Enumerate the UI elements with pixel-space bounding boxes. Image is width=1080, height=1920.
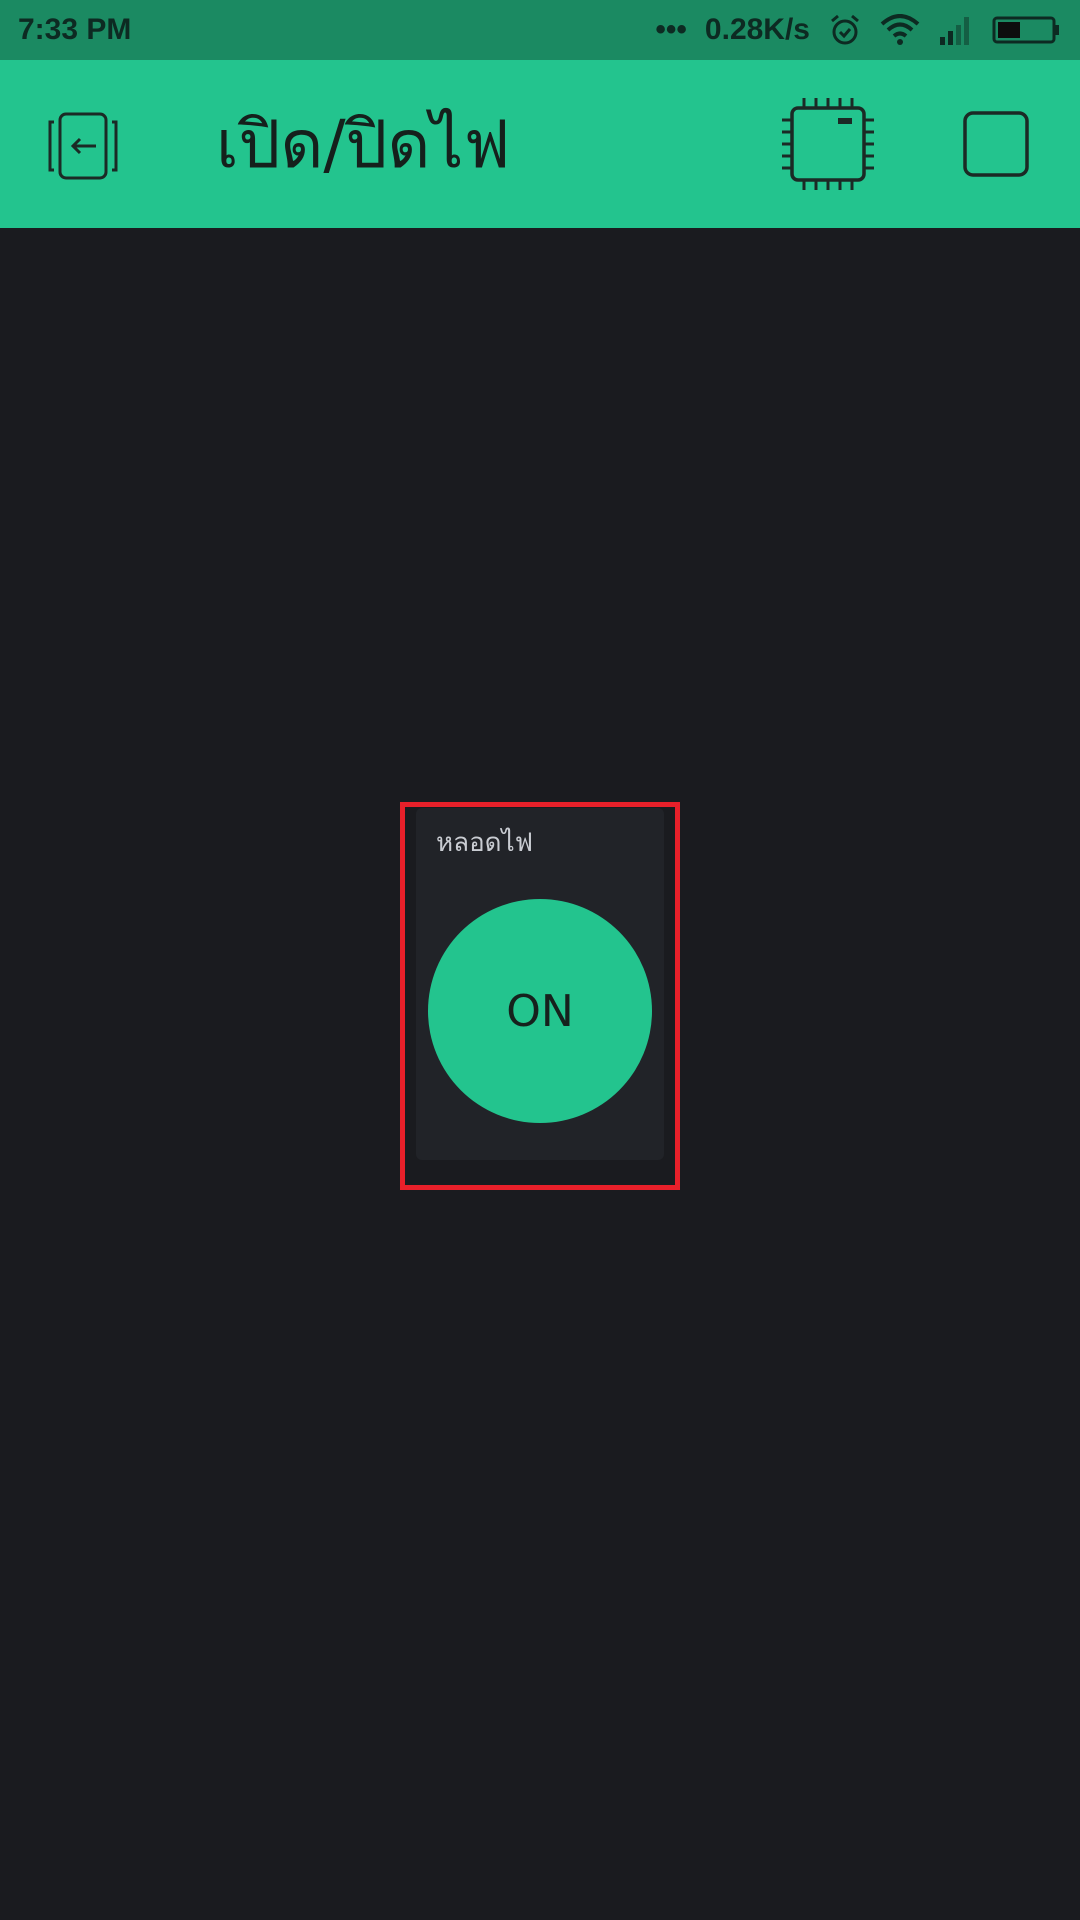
- power-toggle-button[interactable]: ON: [428, 899, 652, 1123]
- button-widget: หลอดไฟ ON: [416, 808, 664, 1160]
- status-dots: •••: [655, 13, 687, 46]
- widget-label: หลอดไฟ: [436, 828, 534, 858]
- status-right: ••• 0.28K/s: [655, 13, 1062, 47]
- net-speed: 0.28K/s: [704, 13, 810, 46]
- signal-icon: [938, 15, 974, 45]
- exit-icon[interactable]: [46, 108, 122, 184]
- device-chip-icon[interactable]: [778, 94, 878, 194]
- toggle-label: ON: [506, 985, 574, 1037]
- app-bar: เปิด/ปิดไฟ: [0, 60, 1080, 228]
- battery-icon: [992, 15, 1062, 45]
- stop-square-icon[interactable]: [962, 110, 1030, 178]
- alarm-icon: [828, 13, 862, 47]
- page-title: เปิด/ปิดไฟ: [216, 106, 511, 183]
- status-time: 7:33 PM: [18, 13, 132, 46]
- wifi-icon: [880, 14, 920, 46]
- status-bar: 7:33 PM ••• 0.28K/s: [0, 0, 1080, 60]
